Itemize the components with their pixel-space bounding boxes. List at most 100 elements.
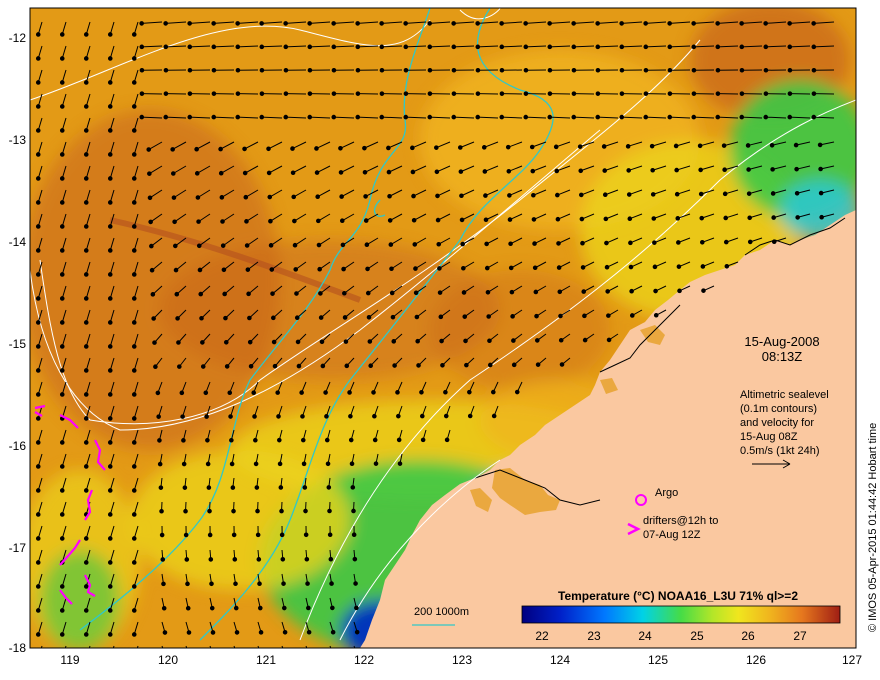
velocity-arrowhead [83,248,89,253]
velocity-arrowhead [83,224,89,229]
velocity-arrowhead [131,176,137,181]
velocity-arrowhead [218,146,223,152]
velocity-arrowhead [258,630,264,635]
velocity-arrowhead [235,21,240,26]
velocity-arrowhead [232,557,238,562]
velocity-arrowhead [131,560,137,565]
velocity-arrowhead [35,536,41,541]
velocity-arrowhead [266,146,271,152]
velocity-arrowhead [724,263,730,269]
velocity-arrowhead [107,560,113,565]
velocity-arrowhead [606,337,612,343]
velocity-arrowhead [571,114,577,120]
velocity-arrowhead [205,438,210,443]
lat-tick: -17 [9,541,27,555]
velocity-arrowhead [595,91,601,96]
velocity-arrowhead [787,21,792,26]
velocity-arrowhead [403,91,409,96]
velocity-arrowhead [107,296,113,301]
velocity-arrowhead [235,44,241,50]
lon-tick: 123 [452,653,472,667]
velocity-arrowhead [207,508,212,514]
velocity-arrowhead [341,266,346,272]
velocity-arrowhead [340,242,346,248]
lon-tick: 126 [746,653,766,667]
velocity-arrowhead [511,362,517,368]
velocity-arrowhead [35,272,41,277]
velocity-arrowhead [436,241,442,247]
velocity-arrowhead [676,264,682,269]
velocity-arrowhead [355,114,361,120]
velocity-arrowhead [643,67,649,73]
velocity-arrowhead [204,414,209,419]
velocity-arrowhead [131,464,137,469]
velocity-arrowhead [386,169,392,175]
velocity-arrowhead [435,193,440,199]
velocity-arrowhead [131,200,137,205]
velocity-arrowhead [83,56,89,61]
colorbar-tick: 27 [793,629,807,643]
velocity-arrowhead [388,242,394,247]
velocity-arrowhead [83,608,89,613]
velocity-arrowhead [36,657,40,661]
velocity-arrowhead [602,168,608,173]
velocity-arrowhead [795,215,800,220]
velocity-arrowhead [268,243,274,248]
velocity-arrowhead [83,632,89,637]
velocity-arrowhead [59,152,65,157]
velocity-arrowhead [507,217,513,222]
velocity-arrowhead [582,337,588,343]
velocity-arrowhead [276,414,281,419]
velocity-arrowhead [463,338,468,344]
velocity-arrowhead [59,584,65,589]
velocity-arrowhead [157,461,163,467]
velocity-arrowhead [348,437,354,443]
velocity-arrowhead [59,176,65,181]
velocity-arrowhead [107,512,113,517]
velocity-arrowhead [486,314,491,319]
velocity-arrowhead [35,248,41,253]
velocity-arrowhead [277,437,282,443]
velocity-arrowhead [235,91,241,96]
velocity-arrowhead [131,608,137,613]
velocity-arrowhead [811,67,817,73]
velocity-arrowhead [107,272,113,277]
velocity-arrowhead [171,195,177,200]
velocity-arrowhead [643,44,649,50]
velocity-arrowhead [691,21,696,26]
velocity-arrowhead [392,363,397,368]
velocity-arrowhead [415,338,420,344]
velocity-arrowhead [372,437,378,443]
velocity-arrowhead [182,485,188,490]
velocity-arrowhead [59,440,65,445]
velocity-arrowhead [811,91,817,96]
altimetry-line: 0.5m/s (1kt 24h) [740,445,819,457]
velocity-arrowhead [553,144,559,150]
velocity-arrowhead [451,21,456,26]
velocity-arrowhead [259,114,265,120]
velocity-arrowhead [794,166,799,172]
velocity-arrowhead [59,32,65,37]
velocity-arrowhead [35,104,41,109]
velocity-arrowhead [209,581,214,587]
velocity-arrowhead [131,248,137,253]
velocity-arrowhead [187,44,193,50]
velocity-arrowhead [534,313,539,319]
velocity-arrowhead [200,340,205,345]
velocity-arrowhead [35,440,41,445]
velocity-arrowhead [107,80,113,85]
velocity-arrowhead [307,91,313,96]
velocity-arrowhead [283,44,289,50]
velocity-arrowhead [222,291,227,297]
velocity-arrowhead [158,485,164,490]
velocity-arrowhead [691,44,697,50]
velocity-arrowhead [460,241,465,247]
velocity-arrowhead [150,292,156,297]
velocity-arrowhead [131,344,137,349]
velocity-arrowhead [700,264,706,269]
velocity-arrowhead [389,290,395,296]
velocity-arrowhead [147,171,152,176]
velocity-arrowhead [159,508,164,514]
velocity-arrowhead [581,289,587,294]
velocity-arrowhead [350,485,356,490]
